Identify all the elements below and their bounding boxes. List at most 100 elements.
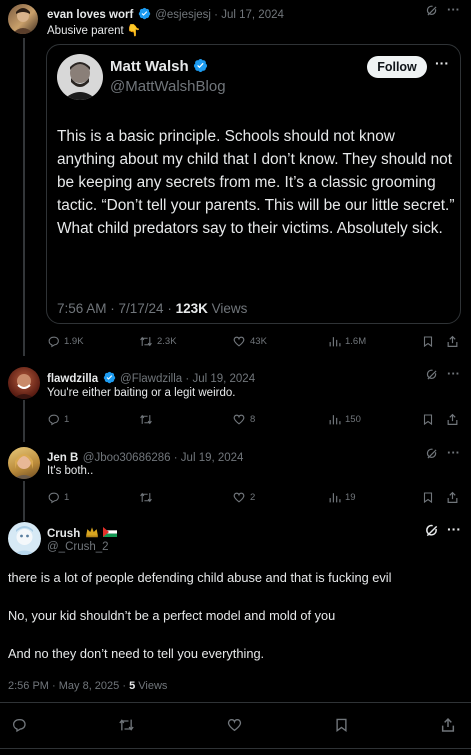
tweet-header: Jen B @Jboo30686286 · Jul 19, 2024 bbox=[47, 448, 243, 466]
views-count: 1.6M bbox=[345, 336, 367, 347]
tweet-actions: 1 8 150 bbox=[47, 413, 461, 426]
tweet-header: flawdzilla @Flawdzilla · Jul 19, 2024 bbox=[47, 369, 255, 387]
quoted-views-label: Views bbox=[207, 301, 248, 316]
quoted-handle[interactable]: @MattWalshBlog bbox=[110, 78, 226, 95]
retweet-button[interactable] bbox=[139, 413, 232, 426]
views-button[interactable]: 150 bbox=[328, 413, 422, 426]
bookmark-button[interactable] bbox=[422, 335, 446, 348]
share-button[interactable] bbox=[446, 413, 459, 426]
reply-count: 1.9K bbox=[64, 336, 84, 347]
main-name-row: Crush bbox=[47, 524, 118, 542]
avatar[interactable] bbox=[8, 522, 41, 555]
grok-icon[interactable] bbox=[425, 447, 439, 466]
handle[interactable]: @esjesjesj bbox=[155, 9, 211, 21]
bookmark-button[interactable] bbox=[422, 413, 446, 426]
crown-icon bbox=[85, 527, 98, 538]
more-icon[interactable]: ··· bbox=[447, 445, 460, 460]
thread-line-3 bbox=[23, 481, 25, 521]
avatar[interactable] bbox=[8, 367, 40, 399]
separator: · bbox=[170, 452, 181, 464]
more-icon[interactable]: ··· bbox=[435, 55, 449, 71]
more-icon[interactable]: ··· bbox=[447, 521, 461, 537]
timestamp[interactable]: Jul 19, 2024 bbox=[181, 452, 244, 464]
timestamp[interactable]: Jul 17, 2024 bbox=[221, 9, 284, 21]
grok-icon[interactable] bbox=[424, 523, 440, 544]
paragraph: And no they don’t need to tell you every… bbox=[8, 646, 265, 661]
tweet-actions: 1.9K 2.3K 43K 1.6M bbox=[47, 335, 461, 348]
retweet-button[interactable]: 2.3K bbox=[139, 335, 232, 348]
avatar[interactable] bbox=[8, 4, 38, 34]
like-button[interactable] bbox=[226, 717, 243, 738]
reply-button[interactable]: 1 bbox=[47, 413, 139, 426]
quoted-display-name[interactable]: Matt Walsh bbox=[110, 58, 189, 75]
grok-icon[interactable] bbox=[425, 4, 439, 23]
quoted-avatar[interactable] bbox=[57, 54, 103, 100]
tweet-text: It's both.. bbox=[47, 465, 94, 477]
retweet-button[interactable] bbox=[118, 717, 135, 738]
main-meta: 2:56 PM · May 8, 2025 · 5 Views bbox=[8, 680, 167, 692]
timestamp[interactable]: Jul 19, 2024 bbox=[192, 373, 255, 385]
bookmark-icon bbox=[423, 492, 433, 504]
reply-icon bbox=[48, 336, 59, 348]
reply-icon bbox=[13, 719, 26, 733]
avatar[interactable] bbox=[8, 447, 40, 479]
more-icon[interactable]: ··· bbox=[447, 366, 460, 381]
reply-button[interactable]: 1.9K bbox=[47, 335, 139, 348]
like-button[interactable]: 8 bbox=[232, 413, 328, 426]
like-count: 2 bbox=[250, 492, 256, 503]
display-name[interactable]: Jen B bbox=[47, 452, 78, 464]
more-icon[interactable]: ··· bbox=[447, 2, 460, 17]
main-timestamp[interactable]: 2:56 PM · May 8, 2025 · bbox=[8, 680, 129, 692]
bookmark-button[interactable] bbox=[422, 491, 446, 504]
views-count: 19 bbox=[345, 492, 356, 503]
views-button[interactable]: 19 bbox=[328, 491, 422, 504]
share-button[interactable] bbox=[440, 717, 456, 738]
share-icon bbox=[447, 335, 458, 347]
main-actions bbox=[0, 703, 471, 747]
paragraph: there is a lot of people defending child… bbox=[8, 570, 392, 585]
main-tweet-text: there is a lot of people defending child… bbox=[8, 570, 463, 662]
views-button[interactable]: 1.6M bbox=[328, 335, 422, 348]
reply-count: 1 bbox=[64, 414, 70, 425]
quoted-timestamp[interactable]: 7:56 AM · 7/17/24 · bbox=[57, 301, 176, 316]
analytics-icon bbox=[329, 415, 341, 425]
verified-icon bbox=[103, 371, 115, 384]
quoted-meta: 7:56 AM · 7/17/24 · 123K Views bbox=[57, 301, 247, 316]
separator: · bbox=[210, 9, 222, 21]
bookmark-icon bbox=[423, 414, 433, 426]
quoted-views-count: 123K bbox=[175, 301, 208, 316]
reply-button[interactable] bbox=[11, 717, 27, 738]
share-icon bbox=[441, 717, 455, 732]
retweet-icon bbox=[140, 492, 152, 503]
reply-count: 1 bbox=[64, 492, 70, 503]
share-button[interactable] bbox=[446, 491, 459, 504]
like-button[interactable]: 2 bbox=[232, 491, 328, 504]
quoted-tweet-card[interactable]: Matt Walsh @MattWalshBlog Follow ··· Thi… bbox=[46, 44, 461, 324]
grok-icon[interactable] bbox=[425, 368, 439, 387]
reply-button[interactable]: 1 bbox=[47, 491, 139, 504]
retweet-button[interactable] bbox=[139, 491, 232, 504]
heart-icon bbox=[227, 719, 242, 732]
like-button[interactable]: 43K bbox=[232, 335, 328, 348]
share-icon bbox=[447, 413, 458, 425]
verified-icon bbox=[194, 58, 208, 73]
reply-icon bbox=[48, 492, 59, 504]
share-button[interactable] bbox=[446, 335, 459, 348]
separator: · bbox=[182, 373, 193, 385]
verified-icon bbox=[138, 7, 150, 20]
heart-icon bbox=[233, 336, 245, 347]
handle[interactable]: @Flawdzilla bbox=[120, 373, 182, 385]
tweet-text: You're either baiting or a legit weirdo. bbox=[47, 387, 236, 399]
follow-button[interactable]: Follow bbox=[367, 56, 427, 78]
bookmark-button[interactable] bbox=[334, 717, 349, 738]
display-name[interactable]: Crush bbox=[47, 528, 80, 540]
heart-icon bbox=[233, 414, 245, 425]
handle[interactable]: @_Crush_2 bbox=[47, 541, 109, 553]
tweet-text: Abusive parent 👇 bbox=[47, 25, 142, 37]
display-name[interactable]: flawdzilla bbox=[47, 373, 98, 385]
like-count: 8 bbox=[250, 414, 256, 425]
thread-line-2 bbox=[23, 400, 25, 442]
handle[interactable]: @Jboo30686286 bbox=[83, 452, 171, 464]
bookmark-icon bbox=[423, 336, 433, 348]
display-name[interactable]: evan loves worf bbox=[47, 9, 133, 21]
